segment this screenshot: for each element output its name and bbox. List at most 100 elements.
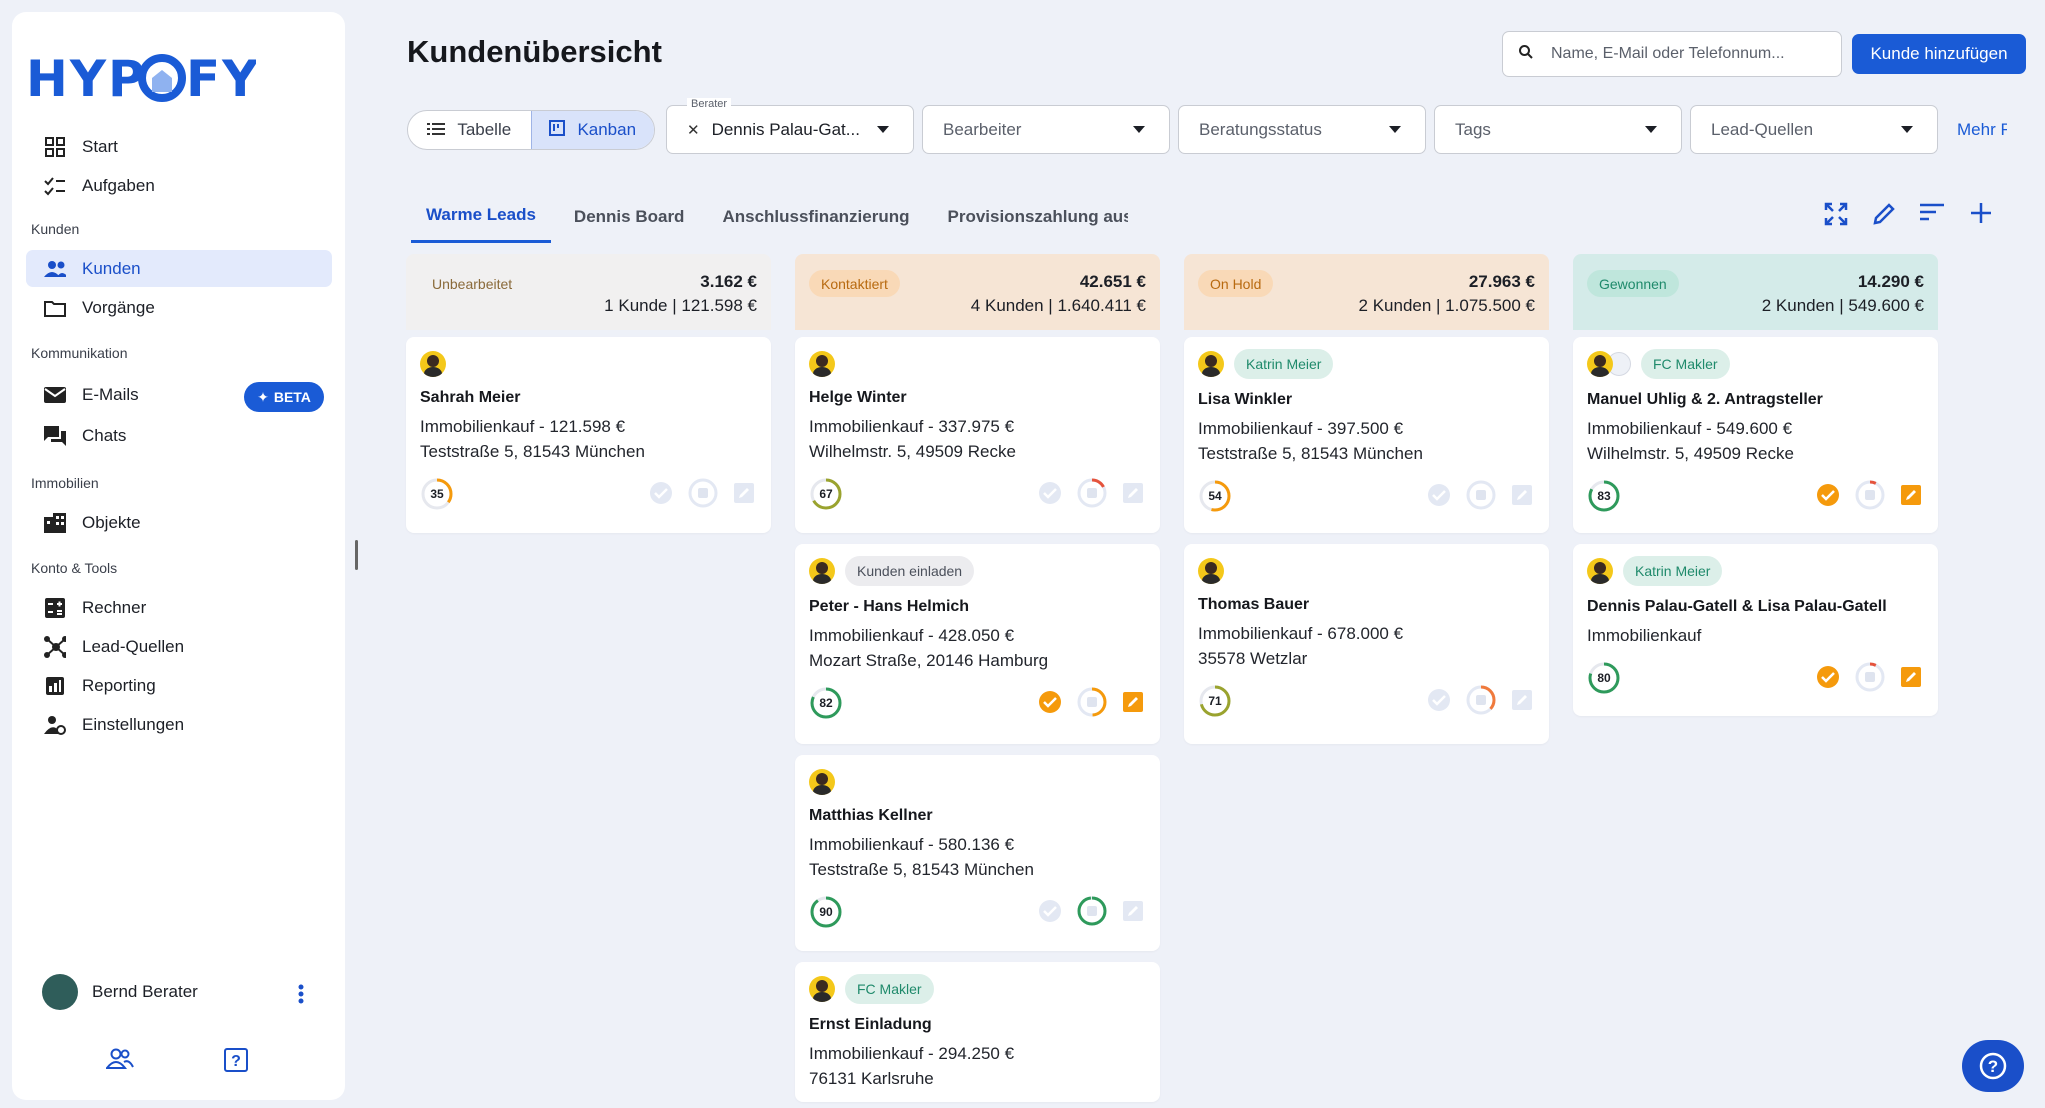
bearbeiter-select[interactable]: Bearbeiter xyxy=(922,105,1170,154)
sidebar-item-rechner[interactable]: Rechner xyxy=(26,589,332,626)
people-icon xyxy=(44,258,66,280)
check-circle-icon[interactable] xyxy=(1038,899,1062,928)
clipboard-edit-icon[interactable] xyxy=(1122,482,1144,509)
column-summary: 42.651 € 4 Kunden | 1.640.411 € xyxy=(971,270,1146,318)
clipboard-edit-icon[interactable] xyxy=(1511,484,1533,511)
sidebar-item-lead-quellen[interactable]: Lead-Quellen xyxy=(26,628,332,665)
sidebar-item-aufgaben[interactable]: Aufgaben xyxy=(26,167,332,204)
column-summary: 14.290 € 2 Kunden | 549.600 € xyxy=(1762,270,1924,318)
tab-dennis-board[interactable]: Dennis Board xyxy=(559,190,700,243)
check-circle-icon[interactable] xyxy=(649,481,673,510)
clipboard-edit-icon[interactable] xyxy=(733,482,755,509)
tags-select[interactable]: Tags xyxy=(1434,105,1682,154)
customer-card[interactable]: Helge Winter Immobilienkauf - 337.975 € Wi… xyxy=(795,337,1160,533)
avatar xyxy=(1587,558,1613,584)
customer-address: Mozart Straße, 20146 Hamburg xyxy=(809,651,1049,670)
user-profile[interactable]: Bernd Berater xyxy=(42,974,198,1010)
card-tag[interactable]: FC Makler xyxy=(1641,349,1730,379)
help-square-icon[interactable]: ? xyxy=(224,1048,248,1077)
column-summary: 3.162 € 1 Kunde | 121.598 € xyxy=(604,270,757,318)
customer-name: Helge Winter xyxy=(809,389,907,406)
clear-icon[interactable]: ✕ xyxy=(687,121,700,139)
card-tag[interactable]: Katrin Meier xyxy=(1623,556,1723,586)
progress-ring-icon[interactable] xyxy=(1854,479,1886,516)
sidebar-item-einstellungen[interactable]: Einstellungen xyxy=(26,706,332,743)
customer-name: Ernst Einladung xyxy=(809,1016,932,1033)
check-circle-icon[interactable] xyxy=(1038,481,1062,510)
help-button[interactable]: ? xyxy=(1962,1040,2024,1092)
search-box[interactable] xyxy=(1502,31,1842,77)
sidebar-item-objekte[interactable]: Objekte xyxy=(26,504,332,541)
more-filters-link[interactable]: Mehr F xyxy=(1957,120,2007,140)
berater-select[interactable]: Berater ✕ Dennis Palau-Gat... xyxy=(666,98,914,154)
view-kanban-button[interactable]: Kanban xyxy=(530,111,654,149)
beratungsstatus-select[interactable]: Beratungsstatus xyxy=(1178,105,1426,154)
lead-score-value: 83 xyxy=(1597,489,1611,503)
clipboard-edit-icon[interactable] xyxy=(1122,691,1144,718)
column-header[interactable]: Gewonnen 14.290 € 2 Kunden | 549.600 € xyxy=(1573,254,1938,330)
clipboard-edit-icon[interactable] xyxy=(1511,689,1533,716)
progress-ring-icon[interactable] xyxy=(1076,477,1108,514)
progress-ring-icon[interactable] xyxy=(1854,661,1886,698)
sidebar-item-vorgaenge[interactable]: Vorgänge xyxy=(26,289,332,326)
progress-ring-icon[interactable] xyxy=(1076,895,1108,932)
card-tag[interactable]: Kunden einladen xyxy=(845,556,975,586)
lead-score: 80 xyxy=(1587,661,1621,695)
fullscreen-icon[interactable] xyxy=(1824,202,1848,231)
sidebar-item-kunden[interactable]: Kunden xyxy=(26,250,332,287)
clipboard-edit-icon[interactable] xyxy=(1900,484,1922,511)
sidebar-item-reporting[interactable]: Reporting xyxy=(26,667,332,704)
add-icon[interactable] xyxy=(1970,202,1992,229)
clipboard-edit-icon[interactable] xyxy=(1900,666,1922,693)
progress-ring-icon[interactable] xyxy=(1465,684,1497,721)
sidebar-resize-handle[interactable] xyxy=(355,540,358,570)
search-input[interactable] xyxy=(1551,45,1831,63)
progress-ring-icon[interactable] xyxy=(1076,686,1108,723)
progress-ring-icon[interactable] xyxy=(1465,479,1497,516)
customer-card[interactable]: Katrin Meier Dennis Palau-Gatell & Lisa P… xyxy=(1573,544,1938,716)
check-circle-icon[interactable] xyxy=(1816,483,1840,512)
customer-card[interactable]: FC Makler Manuel Uhlig & 2. Antragsteller… xyxy=(1573,337,1938,533)
view-table-button[interactable]: Tabelle xyxy=(408,111,531,149)
edit-icon[interactable] xyxy=(1872,202,1896,231)
customer-deal: Immobilienkauf - 428.050 € xyxy=(809,626,1015,645)
check-circle-icon[interactable] xyxy=(1038,690,1062,719)
clipboard-edit-icon[interactable] xyxy=(1122,900,1144,927)
progress-ring-icon[interactable] xyxy=(687,477,719,514)
status-badge: Kontaktiert xyxy=(809,270,900,297)
tab-warme-leads[interactable]: Warme Leads xyxy=(411,190,551,243)
add-customer-button[interactable]: Kunde hinzufügen xyxy=(1852,34,2026,74)
more-vert-icon[interactable] xyxy=(298,984,304,1009)
customer-address: Teststraße 5, 81543 München xyxy=(1198,444,1423,463)
sparkle-icon: ✦ xyxy=(257,388,269,405)
lead-quellen-select[interactable]: Lead-Quellen xyxy=(1690,105,1938,154)
card-tag[interactable]: Katrin Meier xyxy=(1234,349,1334,379)
team-icon[interactable] xyxy=(104,1048,134,1075)
sidebar-item-chats[interactable]: Chats xyxy=(26,417,332,454)
column-header[interactable]: Kontaktiert 42.651 € 4 Kunden | 1.640.411 … xyxy=(795,254,1160,330)
customer-card[interactable]: Sahrah Meier Immobilienkauf - 121.598 € Te… xyxy=(406,337,771,533)
sidebar-item-label: E-Mails xyxy=(82,384,139,404)
hypofy-logo[interactable]: HYP FY xyxy=(26,48,256,108)
check-circle-icon[interactable] xyxy=(1427,688,1451,717)
card-tag[interactable]: FC Makler xyxy=(845,974,934,1004)
check-circle-icon[interactable] xyxy=(1816,665,1840,694)
column-header[interactable]: On Hold 27.963 € 2 Kunden | 1.075.500 € xyxy=(1184,254,1549,330)
column-meta: 1 Kunde | 121.598 € xyxy=(604,296,757,315)
check-circle-icon[interactable] xyxy=(1427,483,1451,512)
column-header[interactable]: Unbearbeitet 3.162 € 1 Kunde | 121.598 € xyxy=(406,254,771,330)
section-kunden: Kunden xyxy=(31,221,80,237)
customer-card[interactable]: Thomas Bauer Immobilienkauf - 678.000 € 35… xyxy=(1184,544,1549,744)
customer-card[interactable]: FC Makler Ernst Einladung Immobilienkauf -… xyxy=(795,962,1160,1102)
card-actions xyxy=(1427,684,1533,721)
tab-anschlussfinanzierung[interactable]: Anschlussfinanzierung xyxy=(707,190,924,243)
beta-badge[interactable]: ✦ BETA xyxy=(244,382,324,412)
column-meta: 4 Kunden | 1.640.411 € xyxy=(970,296,1146,315)
customer-card[interactable]: Matthias Kellner Immobilienkauf - 580.136… xyxy=(795,755,1160,951)
sort-icon[interactable] xyxy=(1920,202,1944,227)
customer-card[interactable]: Kunden einladen Peter - Hans Helmich Immob… xyxy=(795,544,1160,744)
customer-card[interactable]: Katrin Meier Lisa Winkler Immobilienkauf -… xyxy=(1184,337,1549,533)
sidebar-item-start[interactable]: Start xyxy=(26,128,332,165)
avatar xyxy=(42,974,78,1010)
tab-provisionszahlung[interactable]: Provisionszahlung ausst xyxy=(932,190,1128,243)
